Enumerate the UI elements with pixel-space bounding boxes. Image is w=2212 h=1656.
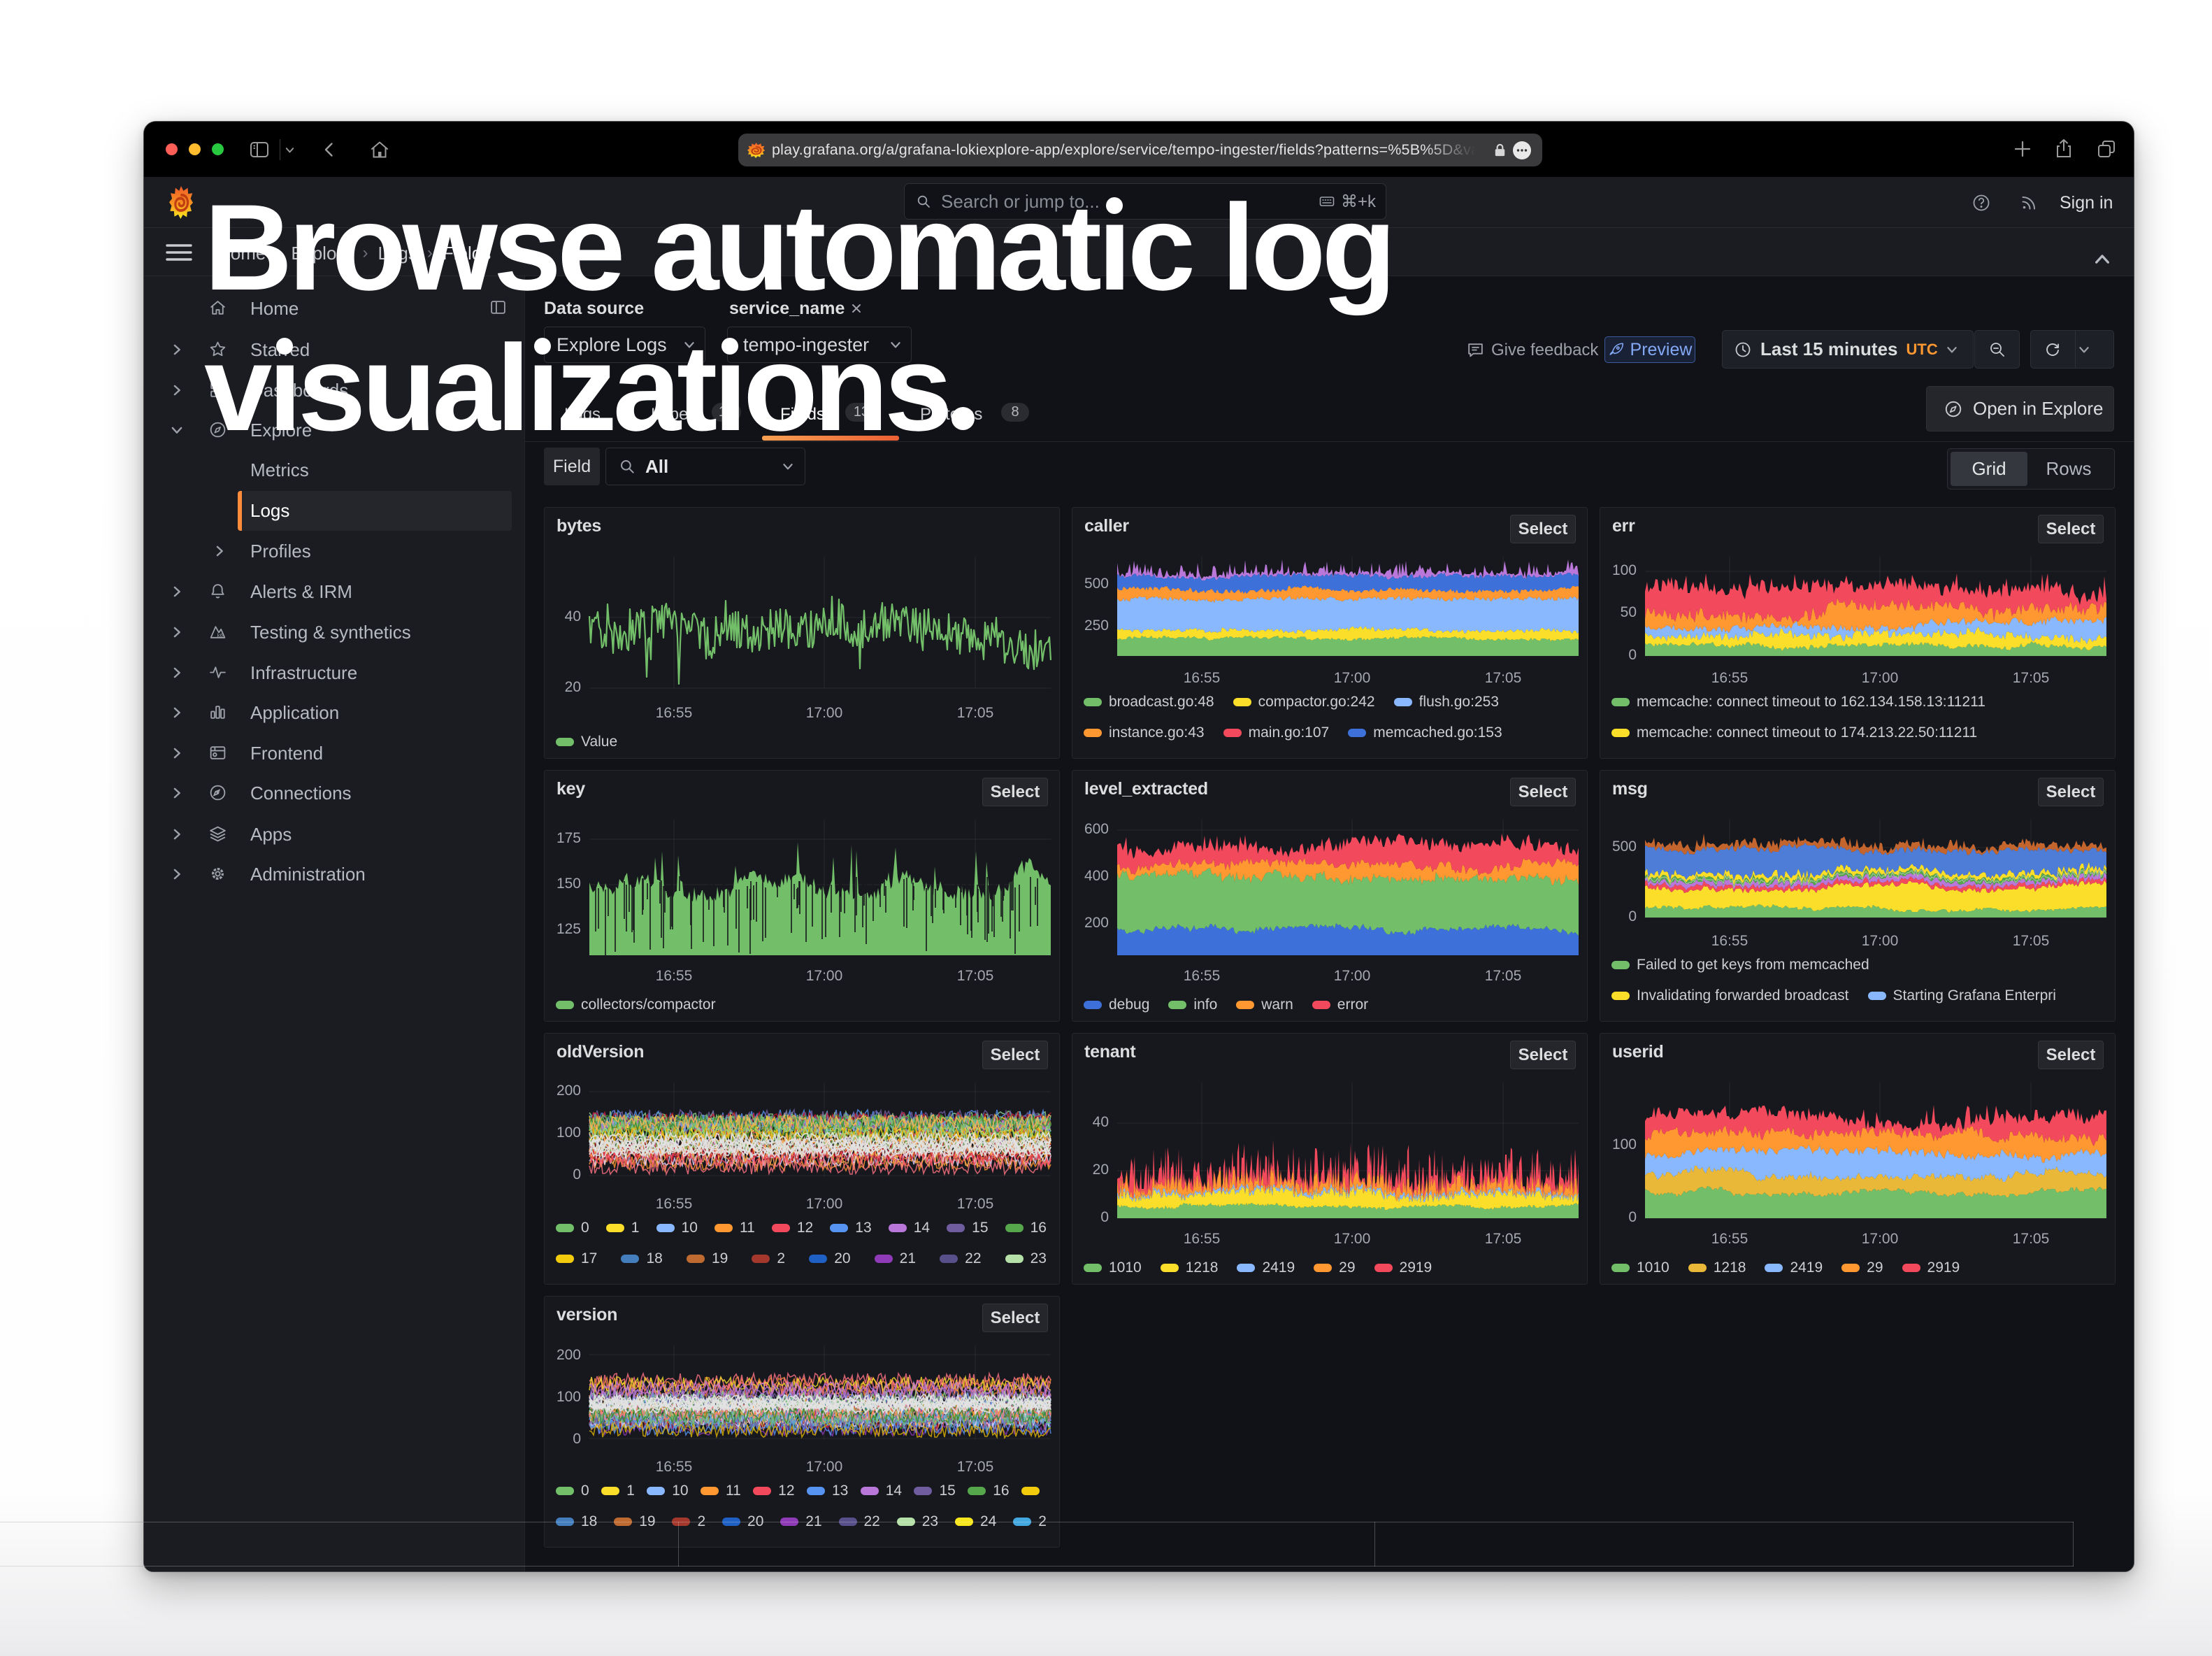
svg-text:k6: k6 [217, 632, 223, 638]
